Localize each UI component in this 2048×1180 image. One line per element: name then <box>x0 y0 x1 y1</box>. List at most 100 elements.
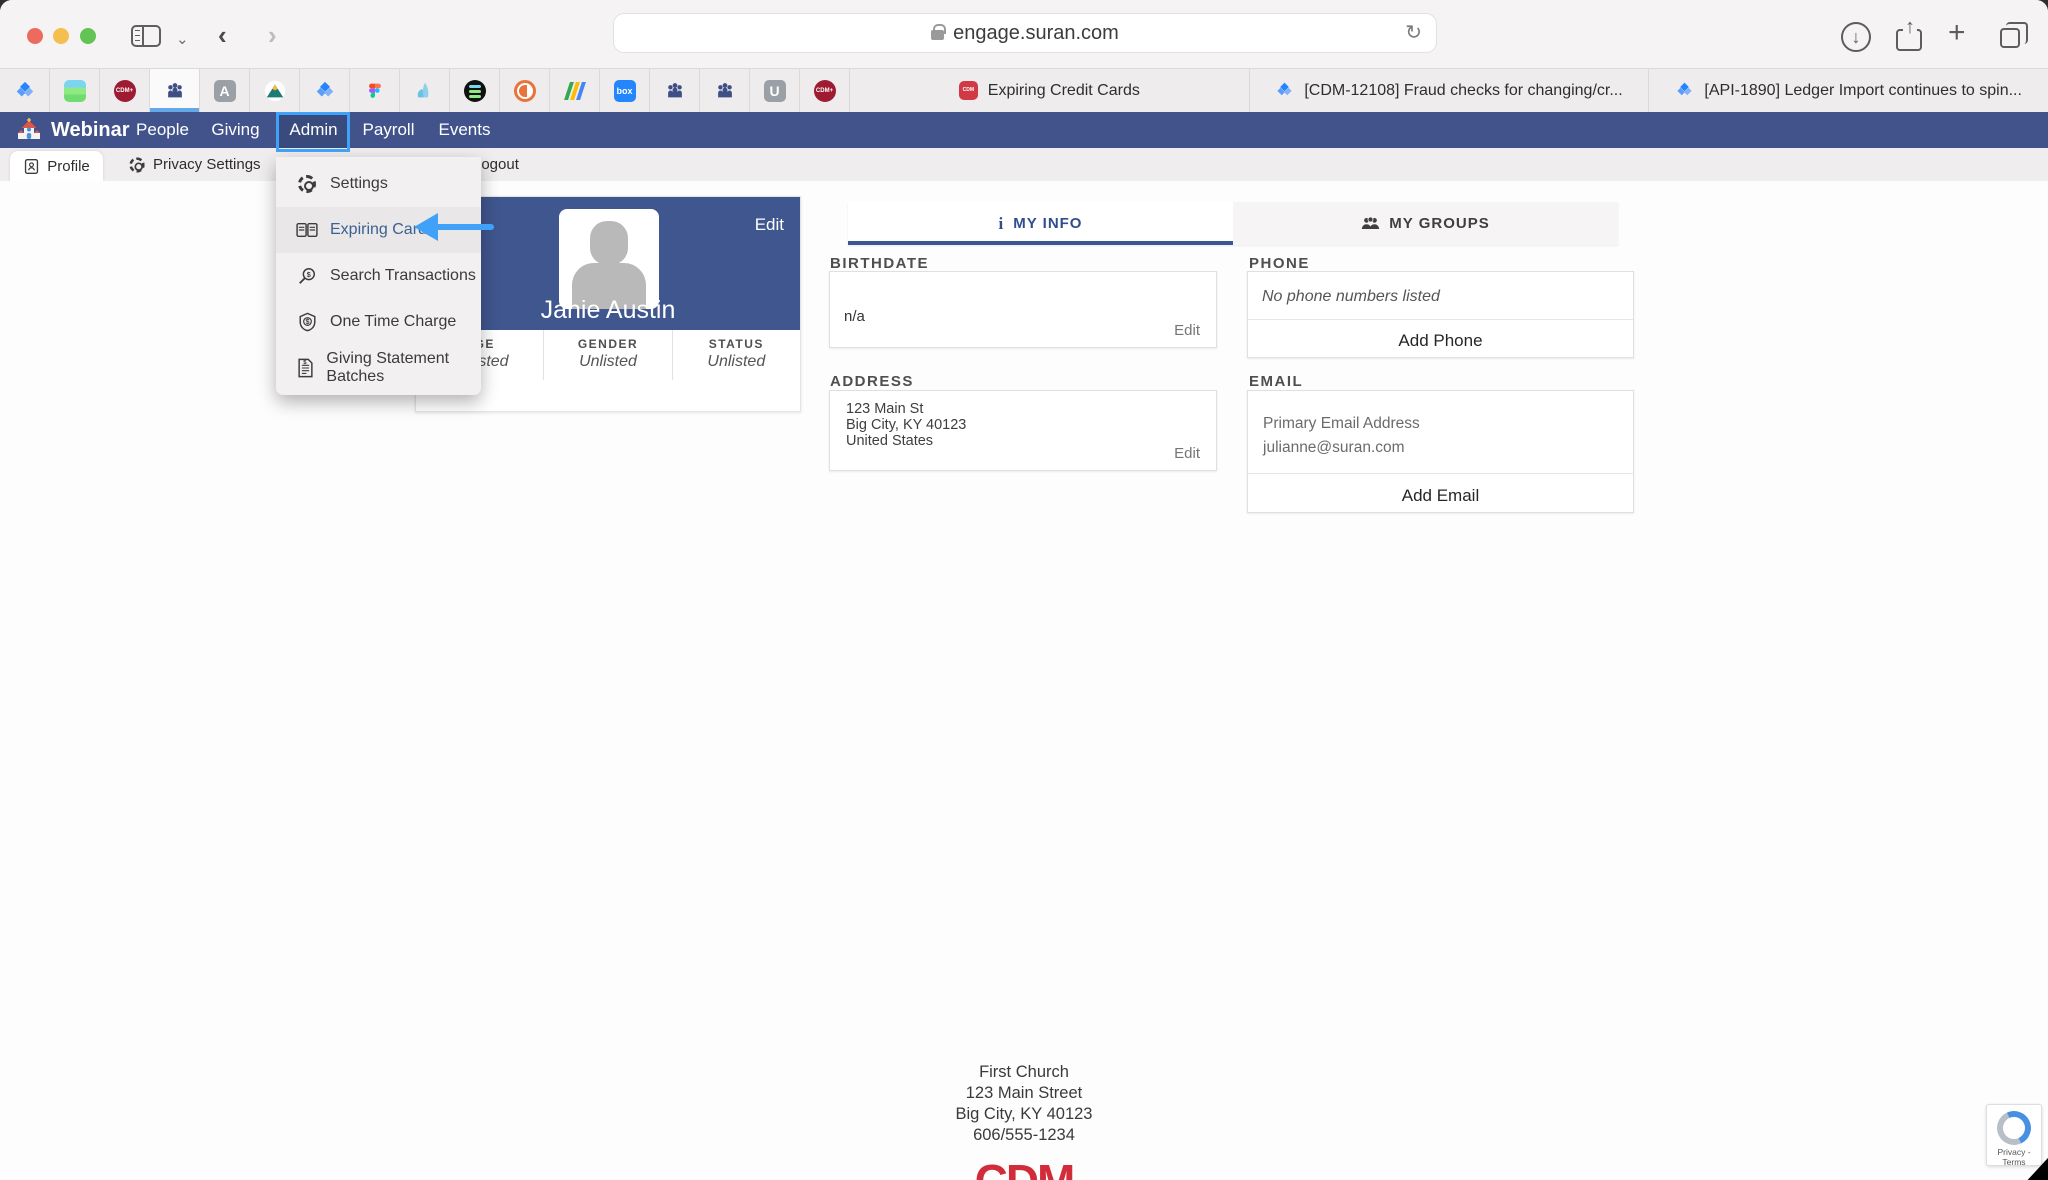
box-icon: box <box>614 80 636 102</box>
url-text: engage.suran.com <box>953 22 1119 45</box>
tab-my-info[interactable]: i MY INFO <box>848 202 1233 245</box>
gear-icon <box>298 175 316 193</box>
pinned-tab-ring[interactable] <box>500 69 550 112</box>
letter-a-icon: A <box>214 80 236 102</box>
email-value: julianne@suran.com <box>1263 439 1405 457</box>
tab-strip: CDM+ A box U CDM+ CDMExpiring Credit Car… <box>0 68 2048 112</box>
app-brand[interactable]: Webinar <box>16 117 130 143</box>
slashes-icon <box>564 80 586 102</box>
email-card: Primary Email Address julianne@suran.com… <box>1247 390 1634 513</box>
menu-item-giving-statement-batches[interactable]: $ Giving Statement Batches <box>276 345 481 391</box>
pinned-tab-jira2[interactable] <box>300 69 350 112</box>
share-icon[interactable] <box>1896 29 1922 51</box>
shield-money-icon: $ <box>296 312 318 332</box>
pinned-tab-jira[interactable] <box>0 69 50 112</box>
admin-focus-annotation <box>276 112 350 152</box>
pinned-tab-cdm[interactable]: CDM+ <box>100 69 150 112</box>
stacks-icon <box>464 80 486 102</box>
downloads-icon[interactable]: ↓ <box>1841 22 1871 52</box>
browser-window: ⌄ ‹ › engage.suran.com ↻ ↓ + CDM+ A box … <box>0 0 2048 1180</box>
tab-api-1890[interactable]: [API-1890] Ledger Import continues to sp… <box>1649 69 2048 112</box>
pinned-tab-cdm2[interactable]: CDM+ <box>800 69 850 112</box>
letter-u-icon: U <box>764 80 786 102</box>
org-phone: 606/555-1234 <box>0 1125 2048 1146</box>
menu-item-search-transactions[interactable]: $ Search Transactions <box>276 253 481 299</box>
email-type: Primary Email Address <box>1263 415 1420 433</box>
add-phone-button[interactable]: Add Phone <box>1248 331 1633 351</box>
brand-label: Webinar <box>51 119 130 142</box>
birthdate-value: n/a <box>844 308 865 325</box>
admin-dropdown-menu: Settings Expiring Cards $ Search Transac… <box>276 157 481 395</box>
url-bar[interactable]: engage.suran.com ↻ <box>613 13 1437 53</box>
tab-expiring-credit-cards[interactable]: CDMExpiring Credit Cards <box>850 69 1250 112</box>
pinned-tab-letter-a[interactable]: A <box>200 69 250 112</box>
pinned-tab-stacks[interactable] <box>450 69 500 112</box>
jira-icon <box>1675 81 1694 100</box>
phone-empty-text: No phone numbers listed <box>1262 288 1440 306</box>
back-button[interactable]: ‹ <box>218 22 227 48</box>
edit-profile-link[interactable]: Edit <box>755 215 784 235</box>
pinned-tab-stripes[interactable] <box>50 69 100 112</box>
nav-item-payroll[interactable]: Payroll <box>360 112 417 148</box>
orange-ring-icon <box>514 80 536 102</box>
phone-card: No phone numbers listed Add Phone <box>1247 271 1634 358</box>
pinned-tab-church-active[interactable] <box>150 69 200 112</box>
cdm-icon: CDM <box>959 81 978 100</box>
jira-icon <box>314 80 336 102</box>
pinned-tab-figma[interactable] <box>350 69 400 112</box>
avatar <box>559 209 659 309</box>
church-people-icon <box>664 80 686 102</box>
add-email-button[interactable]: Add Email <box>1248 486 1633 506</box>
tab-overview-icon[interactable] <box>2000 28 2020 48</box>
org-city: Big City, KY 40123 <box>0 1104 2048 1125</box>
chevron-down-icon[interactable]: ⌄ <box>176 30 189 48</box>
svg-text:$: $ <box>307 270 311 279</box>
menu-item-settings[interactable]: Settings <box>276 161 481 207</box>
recaptcha-text: Privacy - Terms <box>1987 1147 2041 1167</box>
reload-icon[interactable]: ↻ <box>1405 20 1422 45</box>
org-name: First Church <box>0 1062 2048 1083</box>
browser-chrome: ⌄ ‹ › engage.suran.com ↻ ↓ + <box>0 0 2048 68</box>
jira-icon <box>14 80 36 102</box>
edit-birthdate-link[interactable]: Edit <box>1174 322 1200 339</box>
org-street: 123 Main Street <box>0 1083 2048 1104</box>
phone-label: PHONE <box>1249 255 1310 272</box>
tab-my-groups[interactable]: MY GROUPS <box>1233 202 1618 245</box>
pinned-tab-box[interactable]: box <box>600 69 650 112</box>
svg-text:$: $ <box>305 317 309 326</box>
birthdate-label: BIRTHDATE <box>830 255 929 272</box>
tab-profile[interactable]: Profile <box>10 151 103 181</box>
zoom-window-button[interactable] <box>80 28 96 44</box>
menu-item-one-time-charge[interactable]: $ One Time Charge <box>276 299 481 345</box>
stat-gender: GENDER Unlisted <box>544 330 672 380</box>
forward-button[interactable]: › <box>268 22 277 48</box>
pinned-tab-tent[interactable] <box>250 69 300 112</box>
close-window-button[interactable] <box>27 28 43 44</box>
minimize-window-button[interactable] <box>53 28 69 44</box>
stripes-icon <box>64 80 86 102</box>
cdm-icon: CDM+ <box>814 80 836 102</box>
pinned-tab-slashes[interactable] <box>550 69 600 112</box>
edit-address-link[interactable]: Edit <box>1174 445 1200 462</box>
atlassian-icon <box>414 80 436 102</box>
sidebar-toggle-icon[interactable] <box>131 25 161 47</box>
pinned-tab-church3[interactable] <box>700 69 750 112</box>
address-label: ADDRESS <box>830 373 914 390</box>
pinned-tab-letter-u[interactable]: U <box>750 69 800 112</box>
pinned-tab-church2[interactable] <box>650 69 700 112</box>
nav-item-giving[interactable]: Giving <box>209 112 262 148</box>
contact-card-icon <box>23 158 40 175</box>
address-value: 123 Main St Big City, KY 40123 United St… <box>846 401 966 449</box>
tab-cdm-12108[interactable]: [CDM-12108] Fraud checks for changing/cr… <box>1250 69 1650 112</box>
credit-cards-icon <box>296 221 318 239</box>
tab-privacy-settings[interactable]: Privacy Settings <box>128 148 261 181</box>
figma-icon <box>364 80 386 102</box>
lock-icon <box>931 30 944 40</box>
nav-item-people[interactable]: People <box>135 112 190 148</box>
pinned-tab-atlassian[interactable] <box>400 69 450 112</box>
nav-item-events[interactable]: Events <box>437 112 492 148</box>
recaptcha-badge[interactable]: Privacy - Terms <box>1986 1104 2042 1166</box>
groups-icon <box>1361 216 1380 231</box>
stat-status: STATUS Unlisted <box>673 330 800 380</box>
new-tab-icon[interactable]: + <box>1948 16 1966 50</box>
